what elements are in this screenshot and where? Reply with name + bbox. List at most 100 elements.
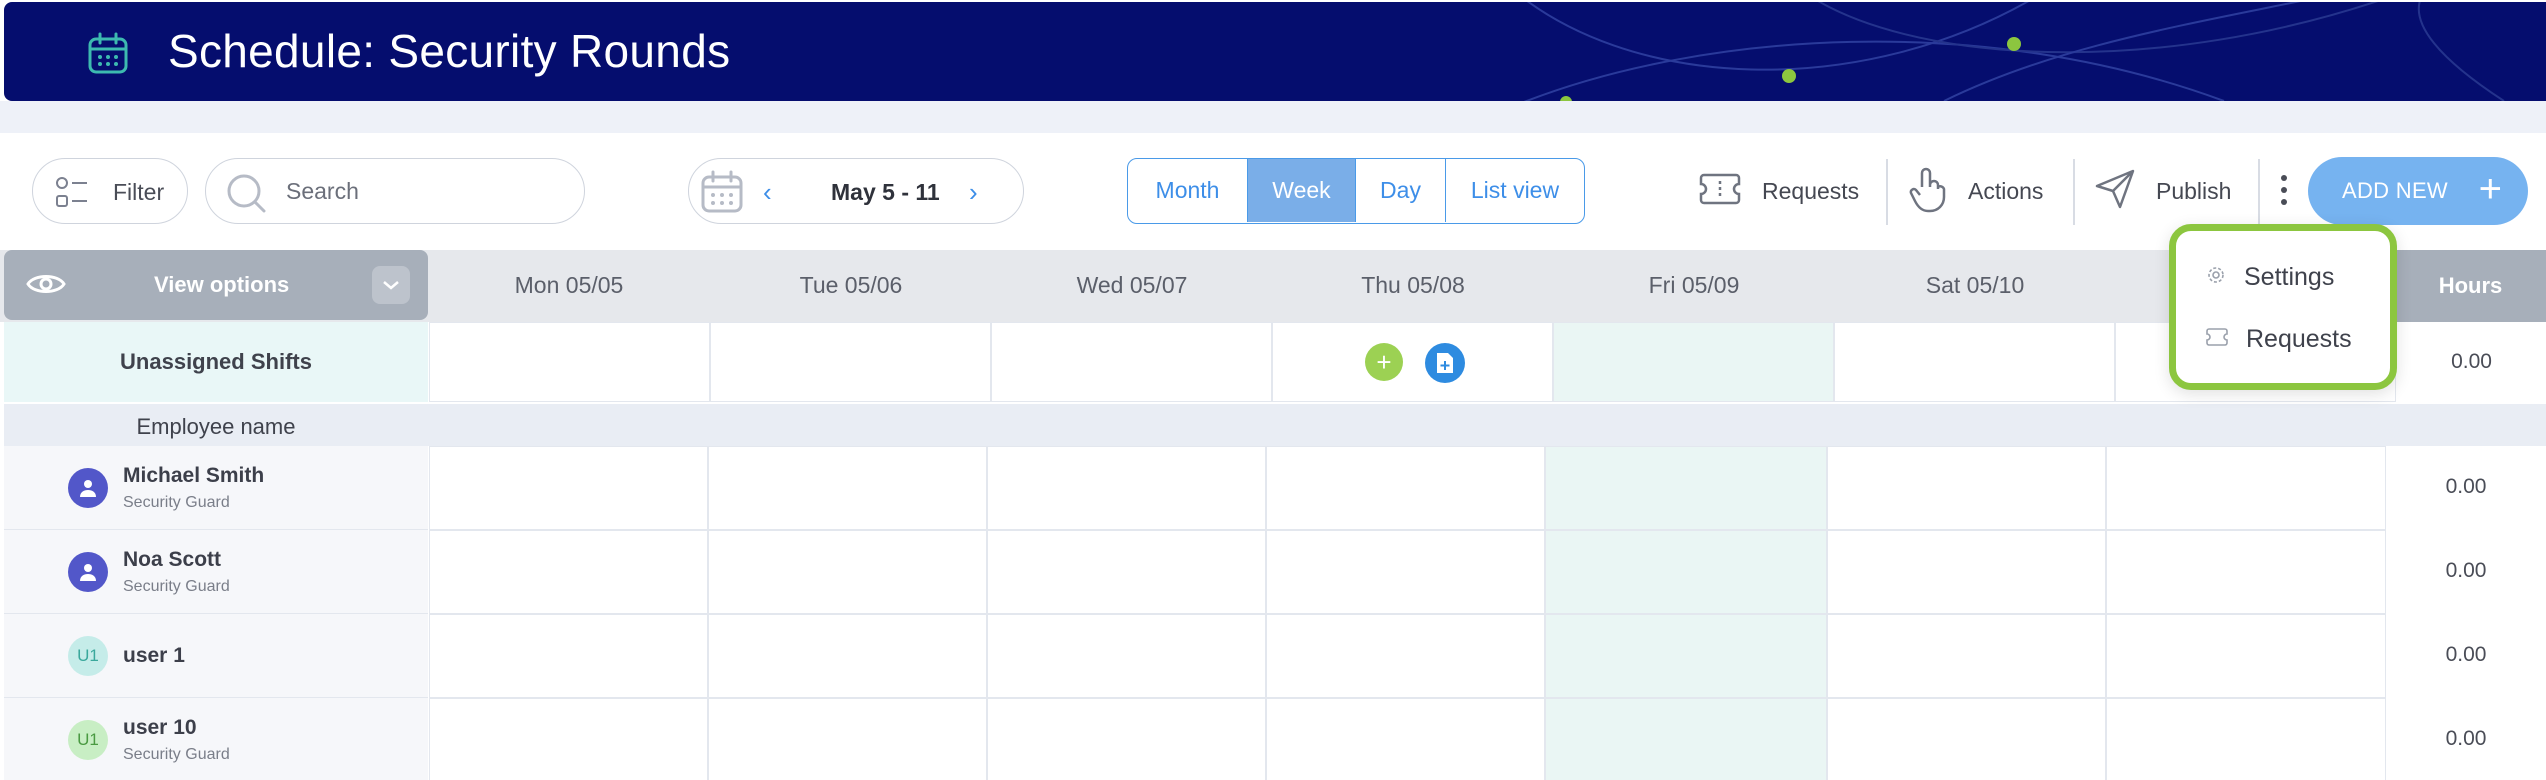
shift-cell[interactable] — [987, 614, 1266, 698]
add-new-button[interactable]: ADD NEW + — [2308, 157, 2528, 225]
shift-cell[interactable] — [708, 698, 987, 780]
chevron-down-icon[interactable] — [372, 266, 410, 304]
view-week-button[interactable]: Week — [1248, 159, 1356, 222]
employee-hours: 0.00 — [2445, 727, 2487, 750]
header-banner: Schedule: Security Rounds — [4, 2, 2546, 101]
shift-cell[interactable] — [987, 698, 1266, 780]
shift-cell[interactable] — [2106, 614, 2386, 698]
employee-role: Security Guard — [123, 494, 230, 511]
employee-name: Michael Smith — [123, 464, 265, 487]
eye-icon — [26, 268, 66, 305]
day-header-tue: Tue 05/06 — [799, 272, 903, 298]
chevron-right-icon[interactable]: › — [969, 177, 978, 208]
shift-cell[interactable] — [987, 530, 1266, 614]
view-switcher: Month Week Day List view — [1127, 158, 1585, 224]
actions-button[interactable]: Actions — [1908, 157, 2043, 225]
add-template-icon[interactable] — [1425, 343, 1465, 383]
shift-cell[interactable] — [1266, 698, 1545, 780]
avatar-person-icon — [68, 468, 108, 508]
shift-cell[interactable] — [1827, 446, 2106, 530]
shift-cell[interactable] — [1827, 614, 2106, 698]
day-header-sat: Sat 05/10 — [1925, 272, 2025, 298]
shift-cell[interactable] — [987, 446, 1266, 530]
shift-cell[interactable] — [1827, 530, 2106, 614]
unassigned-cell-fri[interactable] — [1553, 322, 1834, 402]
view-month-button[interactable]: Month — [1128, 159, 1248, 222]
employee-name: user 10 — [123, 716, 197, 739]
shift-cell[interactable] — [1266, 614, 1545, 698]
unassigned-cell-mon[interactable] — [429, 322, 710, 402]
toolbar-divider — [2073, 159, 2075, 225]
employee-hours: 0.00 — [2445, 643, 2487, 666]
employee-hours: 0.00 — [2445, 475, 2487, 498]
page-title: Schedule: Security Rounds — [168, 25, 731, 77]
search-box[interactable] — [205, 158, 585, 224]
filter-button[interactable]: Filter — [32, 158, 188, 224]
publish-label: Publish — [2156, 177, 2232, 204]
unassigned-shifts-row: Unassigned Shifts — [4, 322, 428, 402]
menu-item-label: Requests — [2246, 324, 2352, 353]
day-header-fri: Fri 05/09 — [1648, 272, 1740, 298]
unassigned-hours: 0.00 — [2397, 322, 2546, 402]
shift-cell[interactable] — [1545, 530, 1827, 614]
day-header-thu: Thu 05/08 — [1361, 272, 1465, 298]
unassigned-cell-sat[interactable] — [1834, 322, 2115, 402]
requests-icon — [1698, 167, 1742, 216]
avatar-person-icon — [68, 552, 108, 592]
calendar-picker-icon[interactable] — [699, 169, 745, 220]
shift-cell[interactable] — [1827, 698, 2106, 780]
filter-label: Filter — [113, 179, 165, 205]
menu-item-requests[interactable]: Requests — [2206, 323, 2352, 355]
more-options-menu: Settings Requests — [2169, 224, 2397, 390]
view-day-button[interactable]: Day — [1356, 159, 1446, 222]
unassigned-shifts-label: Unassigned Shifts — [120, 349, 312, 374]
publish-button[interactable]: Publish — [2094, 157, 2231, 225]
requests-button[interactable]: Requests — [1698, 157, 1859, 225]
calendar-icon — [84, 30, 132, 78]
shift-cell[interactable] — [1545, 446, 1827, 530]
shift-cell[interactable] — [1545, 614, 1827, 698]
day-header-mon: Mon 05/05 — [514, 272, 624, 298]
unassigned-cell-tue[interactable] — [710, 322, 991, 402]
chevron-left-icon[interactable]: ‹ — [763, 177, 772, 208]
date-range-label: May 5 - 11 — [831, 179, 940, 205]
shift-cell[interactable] — [2106, 698, 2386, 780]
avatar-initials: U1 — [68, 636, 108, 676]
shift-cell[interactable] — [708, 530, 987, 614]
employee-hours: 0.00 — [2445, 559, 2487, 582]
day-header-wed: Wed 05/07 — [1076, 272, 1188, 298]
add-new-label: ADD NEW — [2342, 178, 2448, 203]
shift-cell[interactable] — [429, 698, 708, 780]
hand-pointer-icon — [1908, 165, 1948, 218]
employee-row-michael-smith[interactable]: Michael Smith Security Guard — [4, 446, 428, 530]
more-options-icon[interactable] — [2272, 171, 2296, 215]
menu-item-label: Settings — [2244, 262, 2335, 291]
requests-label: Requests — [1762, 177, 1860, 204]
unassigned-cell-wed[interactable] — [991, 322, 1272, 402]
menu-item-settings[interactable]: Settings — [2206, 261, 2334, 293]
employee-name: Noa Scott — [123, 548, 222, 571]
employee-row-noa-scott[interactable]: Noa Scott Security Guard — [4, 530, 428, 614]
employee-row-user-10[interactable]: U1 user 10 Security Guard — [4, 698, 428, 780]
avatar-initials: U1 — [68, 720, 108, 760]
shift-cell[interactable] — [429, 614, 708, 698]
shift-cell[interactable] — [2106, 446, 2386, 530]
shift-cell[interactable] — [1545, 698, 1827, 780]
employee-row-user-1[interactable]: U1 user 1 — [4, 614, 428, 698]
view-options-button[interactable]: View options — [4, 250, 428, 320]
shift-cell[interactable] — [2106, 530, 2386, 614]
shift-cell[interactable] — [1266, 530, 1545, 614]
plus-icon: + — [2478, 167, 2502, 211]
send-icon — [2094, 168, 2136, 215]
view-list-button[interactable]: List view — [1446, 159, 1584, 222]
employee-role: Security Guard — [123, 578, 230, 595]
shift-cell[interactable] — [429, 446, 708, 530]
add-shift-icon[interactable]: + — [1365, 343, 1403, 381]
employee-name-header: Employee name — [4, 404, 2546, 446]
unassigned-cell-thu[interactable]: + — [1272, 322, 1553, 402]
shift-cell[interactable] — [1266, 446, 1545, 530]
shift-cell[interactable] — [708, 446, 987, 530]
shift-cell[interactable] — [708, 614, 987, 698]
search-input[interactable] — [286, 173, 566, 209]
shift-cell[interactable] — [429, 530, 708, 614]
